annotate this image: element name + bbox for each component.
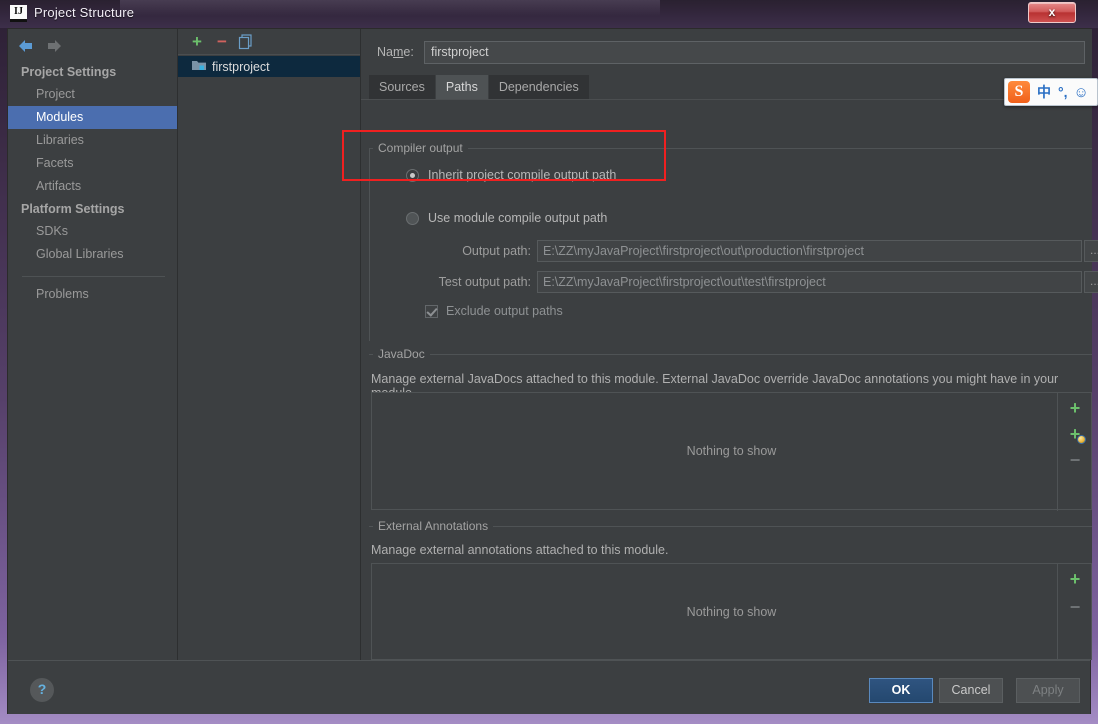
module-name-label: firstproject xyxy=(212,59,270,74)
tab-sources[interactable]: Sources xyxy=(369,75,436,99)
sidebar-item-sdks[interactable]: SDKs xyxy=(8,220,177,243)
navigation-arrows xyxy=(14,33,84,59)
project-structure-dialog: Project Settings Project Modules Librari… xyxy=(7,28,1098,714)
apply-button: Apply xyxy=(1016,678,1080,703)
compiler-output-group-line xyxy=(369,148,1092,149)
sidebar-item-artifacts[interactable]: Artifacts xyxy=(8,175,177,198)
name-label-mnemonic: m xyxy=(392,45,404,59)
remove-module-button[interactable]: − xyxy=(212,32,232,52)
ime-language-mode[interactable]: 中 xyxy=(1037,82,1051,102)
add-module-button[interactable]: + xyxy=(187,32,207,52)
use-module-compile-output-label: Use module compile output path xyxy=(428,211,608,225)
javadoc-group-title: JavaDoc xyxy=(373,347,430,361)
ime-toolbar[interactable]: S 中 °, ☺ xyxy=(1004,78,1098,106)
javadoc-list-panel[interactable]: Nothing to show + + − xyxy=(371,392,1092,511)
sidebar-item-libraries[interactable]: Libraries xyxy=(8,129,177,152)
exclude-output-paths-label: Exclude output paths xyxy=(446,304,563,318)
sogou-logo-icon[interactable]: S xyxy=(1008,81,1030,103)
tab-dependencies[interactable]: Dependencies xyxy=(488,75,590,99)
output-path-label: Output path: xyxy=(462,244,531,258)
ok-button[interactable]: OK xyxy=(869,678,933,703)
radio-indicator xyxy=(406,168,419,182)
name-input[interactable]: firstproject xyxy=(424,41,1085,64)
javadoc-remove-button: − xyxy=(1069,450,1081,470)
checkbox-indicator xyxy=(425,304,438,318)
window-title: Project Structure xyxy=(34,5,135,20)
test-output-path-label: Test output path: xyxy=(438,275,531,289)
name-label-post: e: xyxy=(403,45,414,59)
exclude-output-paths-checkbox[interactable]: Exclude output paths xyxy=(425,304,563,318)
javadoc-actions: + + − xyxy=(1057,393,1091,511)
external-annotations-remove-button: − xyxy=(1069,597,1081,617)
javadoc-group-line xyxy=(369,354,1092,355)
module-tabs: Sources Paths Dependencies xyxy=(369,75,590,99)
sidebar-item-project[interactable]: Project xyxy=(8,83,177,106)
sidebar-item-modules[interactable]: Modules xyxy=(8,106,177,129)
tab-paths[interactable]: Paths xyxy=(435,75,489,99)
modules-column: + − firstproject xyxy=(178,29,361,660)
window-frame: IJ Project Structure x Project Settings … xyxy=(0,0,1098,724)
copy-icon[interactable] xyxy=(235,32,255,52)
tabs-underline xyxy=(361,99,1092,100)
app-icon: IJ xyxy=(10,5,27,22)
name-label: Name: xyxy=(377,45,414,59)
compiler-output-group: Compiler output Inherit project compile … xyxy=(369,141,1098,341)
smiley-icon[interactable]: ☺ xyxy=(1074,84,1089,101)
output-path-input[interactable]: E:\ZZ\myJavaProject\firstproject\out\pro… xyxy=(537,240,1082,262)
module-folder-icon xyxy=(192,58,206,76)
test-output-path-browse-button[interactable]: ... xyxy=(1084,271,1098,293)
globe-icon xyxy=(1077,435,1086,444)
inherit-compile-output-label: Inherit project compile output path xyxy=(428,168,617,182)
external-annotations-list-panel[interactable]: Nothing to show + − xyxy=(371,563,1092,661)
javadoc-add-url-button[interactable]: + xyxy=(1058,421,1092,447)
output-path-browse-button[interactable]: ... xyxy=(1084,240,1098,262)
radio-indicator xyxy=(406,211,419,225)
use-module-compile-output-radio[interactable]: Use module compile output path xyxy=(406,211,607,225)
javadoc-empty-text: Nothing to show xyxy=(686,444,777,458)
modules-toolbar: + − xyxy=(178,29,360,55)
compiler-output-group-edge xyxy=(369,148,370,341)
external-annotations-empty-text: Nothing to show xyxy=(686,604,777,619)
module-name-row: Name: firstproject xyxy=(361,41,1092,65)
name-label-pre: Na xyxy=(377,45,393,59)
module-settings-panel: Name: firstproject Sources Paths Depende… xyxy=(361,29,1098,661)
sidebar-item-global-libraries[interactable]: Global Libraries xyxy=(8,243,177,266)
javadoc-add-button[interactable]: + xyxy=(1058,395,1092,421)
module-list-item[interactable]: firstproject xyxy=(178,56,360,77)
test-output-path-input[interactable]: E:\ZZ\myJavaProject\firstproject\out\tes… xyxy=(537,271,1082,293)
arrow-left-icon[interactable] xyxy=(16,38,38,54)
ime-punctuation-mode[interactable]: °, xyxy=(1058,84,1068,100)
cancel-button[interactable]: Cancel xyxy=(939,678,1003,703)
sidebar-group-project-settings: Project Settings xyxy=(21,65,117,79)
javadoc-group: JavaDoc Manage external JavaDocs attache… xyxy=(369,347,1092,512)
arrow-right-icon xyxy=(44,38,66,54)
settings-sidebar: Project Settings Project Modules Librari… xyxy=(8,29,178,660)
close-button[interactable]: x xyxy=(1028,2,1076,23)
title-bar: IJ Project Structure x xyxy=(0,0,1098,28)
external-annotations-group-title: External Annotations xyxy=(373,519,494,533)
external-annotations-actions: + − xyxy=(1057,564,1091,661)
inherit-compile-output-radio[interactable]: Inherit project compile output path xyxy=(406,168,616,182)
external-annotations-group: External Annotations Manage external ann… xyxy=(369,519,1092,669)
dialog-button-bar: ? OK Cancel Apply xyxy=(8,661,1090,714)
external-annotations-description: Manage external annotations attached to … xyxy=(371,543,669,557)
help-button[interactable]: ? xyxy=(30,678,54,702)
titlebar-sheen xyxy=(120,0,660,16)
sidebar-group-platform-settings: Platform Settings xyxy=(21,202,125,216)
compiler-output-group-title: Compiler output xyxy=(373,141,468,155)
external-annotations-add-button[interactable]: + xyxy=(1058,566,1092,592)
sidebar-item-facets[interactable]: Facets xyxy=(8,152,177,175)
sidebar-item-problems[interactable]: Problems xyxy=(8,277,177,306)
